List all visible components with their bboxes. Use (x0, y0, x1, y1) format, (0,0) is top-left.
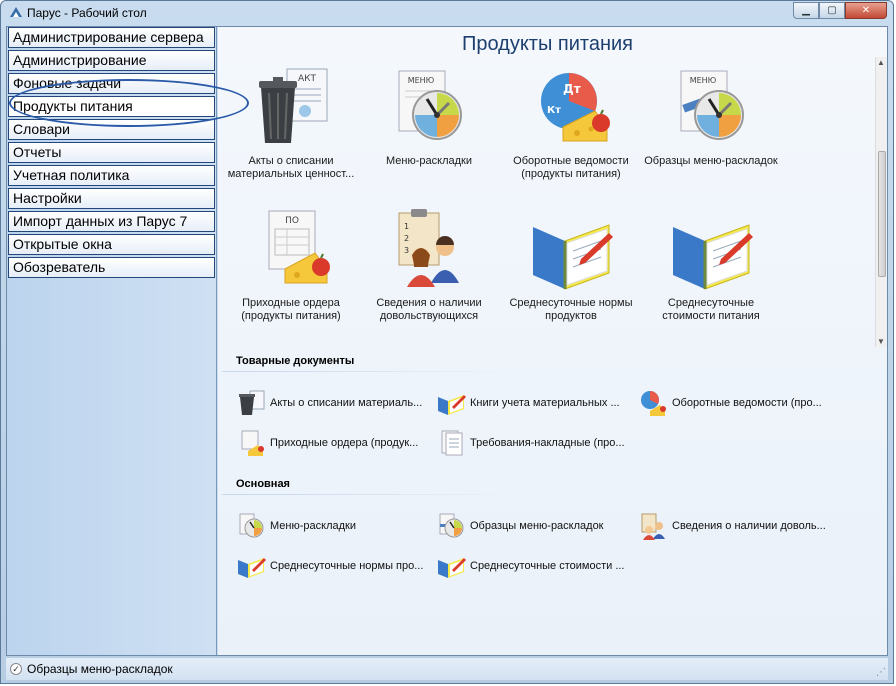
tile-turnover-statements[interactable]: Дт Кт Оборотные ведомости (продукты пита… (502, 65, 640, 181)
resize-grip-icon[interactable]: ⋰ (876, 667, 886, 678)
tile-label: Образцы меню-раскладок (644, 155, 778, 167)
link-menu-samples[interactable]: Образцы меню-раскладок (436, 512, 604, 540)
status-check-icon: ✓ (10, 663, 22, 675)
link-label: Оборотные ведомости (про... (672, 397, 822, 409)
tile-badge-menu: МЕНЮ (408, 76, 435, 85)
tile-receipt-orders[interactable]: ПО Приходные ордера (продукты питания) (222, 207, 360, 323)
title-bar[interactable]: Парус - Рабочий стол ▁ ▢ ✕ (1, 1, 893, 25)
link-label: Требования-накладные (про... (470, 437, 625, 449)
link-label: Сведения о наличии доволь... (672, 520, 826, 532)
link-daily-costs[interactable]: Среднесуточные стоимости ... (436, 552, 625, 580)
people-checklist-icon: 1 2 3 (387, 207, 471, 291)
link-receipt-orders[interactable]: Приходные ордера (продук... (236, 429, 418, 457)
tile-badge-kt: Кт (547, 105, 561, 116)
section-title-goods-documents: Товарные документы (236, 355, 355, 367)
nav-item-import-parus7[interactable]: Импорт данных из Парус 7 (8, 211, 215, 232)
trash-document-icon: АКТ (249, 65, 333, 149)
link-menu-layouts[interactable]: Меню-раскладки (236, 512, 356, 540)
tile-daily-costs[interactable]: Среднесуточные стоимости питания (642, 207, 780, 323)
status-bar: ✓ Образцы меню-раскладок ⋰ (6, 658, 888, 680)
notebook-pencil-icon (436, 389, 466, 417)
menu-sample-icon (436, 512, 466, 540)
link-label: Среднесуточные нормы про... (270, 560, 424, 572)
nav-item-reports[interactable]: Отчеты (8, 142, 215, 163)
nav-item-accounting-policy[interactable]: Учетная политика (8, 165, 215, 186)
scroll-thumb[interactable] (878, 151, 886, 277)
page-title: Продукты питания (461, 33, 634, 55)
link-turnover-statements[interactable]: Оборотные ведомости (про... (638, 389, 822, 417)
link-label: Меню-раскладки (270, 520, 356, 532)
nav-item-settings[interactable]: Настройки (8, 188, 215, 209)
tile-label: Среднесуточные стоимости питания (662, 297, 760, 322)
notebook-pencil-icon (529, 207, 613, 291)
notebook-pencil-icon (669, 207, 753, 291)
tile-label: Приходные ордера (продукты питания) (241, 297, 341, 322)
tile-daily-norms[interactable]: Среднесуточные нормы продуктов (502, 207, 640, 323)
scroll-down-icon[interactable]: ▼ (877, 337, 885, 346)
debit-credit-cheese-icon (638, 389, 668, 417)
tile-label: Меню-раскладки (386, 155, 472, 167)
app-logo-icon (9, 5, 23, 22)
minimize-button[interactable]: ▁ (793, 2, 819, 19)
menu-scale-icon: МЕНЮ (387, 65, 471, 149)
scroll-up-icon[interactable]: ▲ (877, 58, 885, 67)
notebook-pencil-icon (436, 552, 466, 580)
section-divider (222, 494, 522, 495)
svg-text:2: 2 (404, 234, 409, 243)
link-writeoff-acts[interactable]: Акты о списании материаль... (236, 389, 422, 417)
requisition-document-icon (436, 429, 466, 457)
link-label: Книги учета материальных ... (470, 397, 620, 409)
window-title: Парус - Рабочий стол (27, 6, 147, 20)
link-label: Приходные ордера (продук... (270, 437, 419, 449)
link-label: Образцы меню-раскладок (470, 520, 604, 532)
tile-badge-akt: АКТ (298, 74, 317, 84)
section-divider (222, 371, 522, 372)
client-area: Администрирование сервера Администрирова… (6, 26, 888, 656)
nav-item-administration[interactable]: Администрирование (8, 50, 215, 71)
trash-document-icon (236, 389, 266, 417)
people-checklist-icon (638, 512, 668, 540)
tile-badge-po: ПО (285, 216, 299, 226)
menu-sample-icon: МЕНЮ (669, 65, 753, 149)
link-label: Акты о списании материаль... (270, 397, 423, 409)
tile-label: Оборотные ведомости (продукты питания) (513, 155, 629, 180)
close-button[interactable]: ✕ (845, 2, 887, 19)
link-label: Среднесуточные стоимости ... (470, 560, 625, 572)
link-requisitions[interactable]: Требования-накладные (про... (436, 429, 625, 457)
maximize-button[interactable]: ▢ (819, 2, 845, 19)
nav-item-dictionaries[interactable]: Словари (8, 119, 215, 140)
tile-menu-samples[interactable]: МЕНЮ Образцы меню-раскладок (642, 65, 780, 168)
link-eaters-info[interactable]: Сведения о наличии доволь... (638, 512, 826, 540)
tile-menu-layouts[interactable]: МЕНЮ Меню-раскладки (360, 65, 498, 168)
svg-text:1: 1 (404, 222, 409, 231)
nav-item-background-tasks[interactable]: Фоновые задачи (8, 73, 215, 94)
window-controls: ▁ ▢ ✕ (793, 2, 887, 19)
tile-badge-menu-sample: МЕНЮ (690, 76, 717, 85)
tile-label: Акты о списании материальных ценност... (227, 155, 355, 180)
nav-item-food-products[interactable]: Продукты питания (8, 96, 215, 117)
tile-badge-dt: Дт (563, 82, 581, 96)
link-daily-norms[interactable]: Среднесуточные нормы про... (236, 552, 423, 580)
tile-label: Сведения о наличии довольствующихся (376, 297, 482, 322)
vertical-scrollbar[interactable]: ▲ ▼ (875, 57, 887, 347)
debit-credit-cheese-icon: Дт Кт (529, 65, 613, 149)
nav-item-server-admin[interactable]: Администрирование сервера (8, 27, 215, 48)
navigation-panel: Администрирование сервера Администрирова… (7, 27, 217, 655)
notebook-pencil-icon (236, 552, 266, 580)
receipt-order-cheese-icon (236, 429, 266, 457)
nav-item-open-windows[interactable]: Открытые окна (8, 234, 215, 255)
nav-item-browser[interactable]: Обозреватель (8, 257, 215, 278)
tile-label: Среднесуточные нормы продуктов (509, 297, 633, 322)
svg-text:3: 3 (404, 246, 409, 255)
tile-writeoff-acts[interactable]: АКТ Акты о списании материальных ценност… (222, 65, 360, 181)
status-text: Образцы меню-раскладок (27, 662, 173, 676)
receipt-order-cheese-icon: ПО (249, 207, 333, 291)
menu-scale-icon (236, 512, 266, 540)
section-title-main: Основная (236, 478, 290, 490)
link-material-books[interactable]: Книги учета материальных ... (436, 389, 620, 417)
tile-eaters-info[interactable]: 1 2 3 Сведения о наличии довольствующихс… (360, 207, 498, 323)
main-content: Продукты питания ▲ ▼ АКТ Акты о списании… (218, 27, 887, 655)
